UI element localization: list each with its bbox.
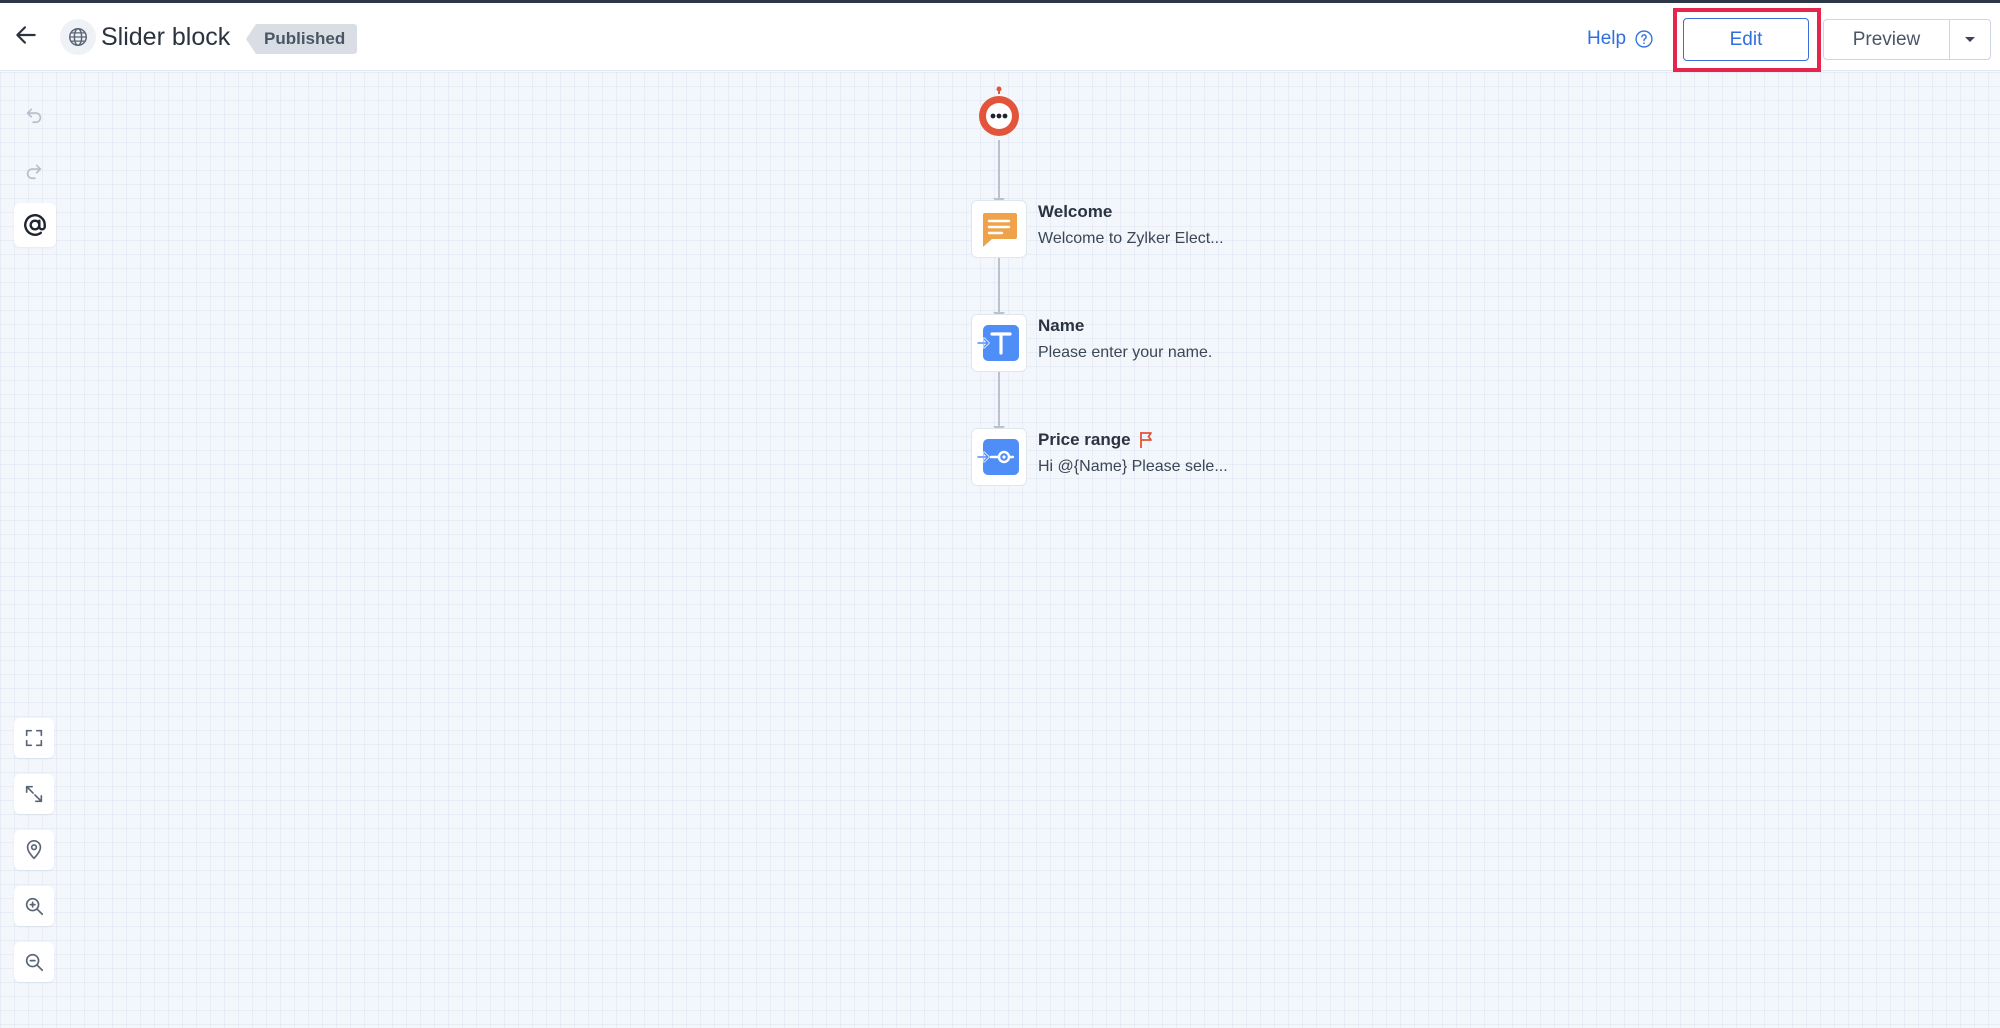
back-button[interactable] [10,19,42,51]
flow-connector [998,372,1000,428]
message-icon [983,213,1017,247]
preview-button[interactable]: Preview [1824,20,1950,59]
flow-connector [998,140,1000,200]
block-description: Please enter your name. [1038,344,1213,361]
block-title: Name [1038,316,1084,336]
block-icon-box [971,200,1027,258]
caret-down-icon [1965,36,1975,42]
back-arrow-icon [16,26,36,44]
location-pin-icon [26,840,42,860]
globe-icon [69,28,87,46]
zoom-in-button[interactable] [14,886,54,926]
block-title-text: Name [1038,316,1085,335]
help-label: Help [1587,28,1627,49]
zoom-out-button[interactable] [14,942,54,982]
fit-screen-button[interactable] [14,718,54,758]
question-circle-icon [1635,30,1653,48]
block-title: Price range [1038,430,1155,450]
expand-icon [25,785,43,803]
locate-button[interactable] [14,830,54,870]
edit-button[interactable]: Edit [1683,18,1809,61]
flow-connector [998,258,1000,314]
header-bar: Slider block Published Help Edit Preview [0,3,2000,72]
redo-button[interactable] [14,150,54,190]
status-badge: Published [246,24,358,54]
flow-block-name[interactable]: Name Please enter your name. [971,314,1271,372]
help-link[interactable]: Help [1587,23,1654,55]
fit-screen-icon [25,729,43,747]
block-icon-box [971,314,1027,372]
page-title: Slider block [101,23,231,51]
expand-button[interactable] [14,774,54,814]
block-title-text: Price range [1038,430,1131,449]
zoom-in-icon [25,897,44,916]
block-description: Hi @{Name} Please sele... [1038,458,1228,475]
channel-globe [60,19,96,55]
flow-block-welcome[interactable]: Welcome Welcome to Zylker Elect... [971,200,1271,258]
text-input-icon [977,325,1019,361]
preview-dropdown-toggle[interactable] [1950,20,1990,59]
redo-icon [26,164,42,180]
flag-icon[interactable] [1139,431,1155,449]
block-icon-box [971,428,1027,486]
block-description: Welcome to Zylker Elect... [1038,230,1224,247]
slider-input-icon [977,439,1019,475]
variables-button[interactable] [14,203,56,247]
block-title: Welcome [1038,202,1112,222]
undo-icon [26,108,42,124]
zoom-out-icon [25,953,44,972]
preview-split-button: Preview [1823,19,1991,60]
undo-button[interactable] [14,94,54,134]
block-title-text: Welcome [1038,202,1113,221]
start-node[interactable] [976,86,1022,138]
at-sign-icon [24,214,46,236]
bot-start-icon [979,86,1019,136]
flow-block-price-range[interactable]: Price range Hi @{Name} Please sele... [971,428,1271,486]
